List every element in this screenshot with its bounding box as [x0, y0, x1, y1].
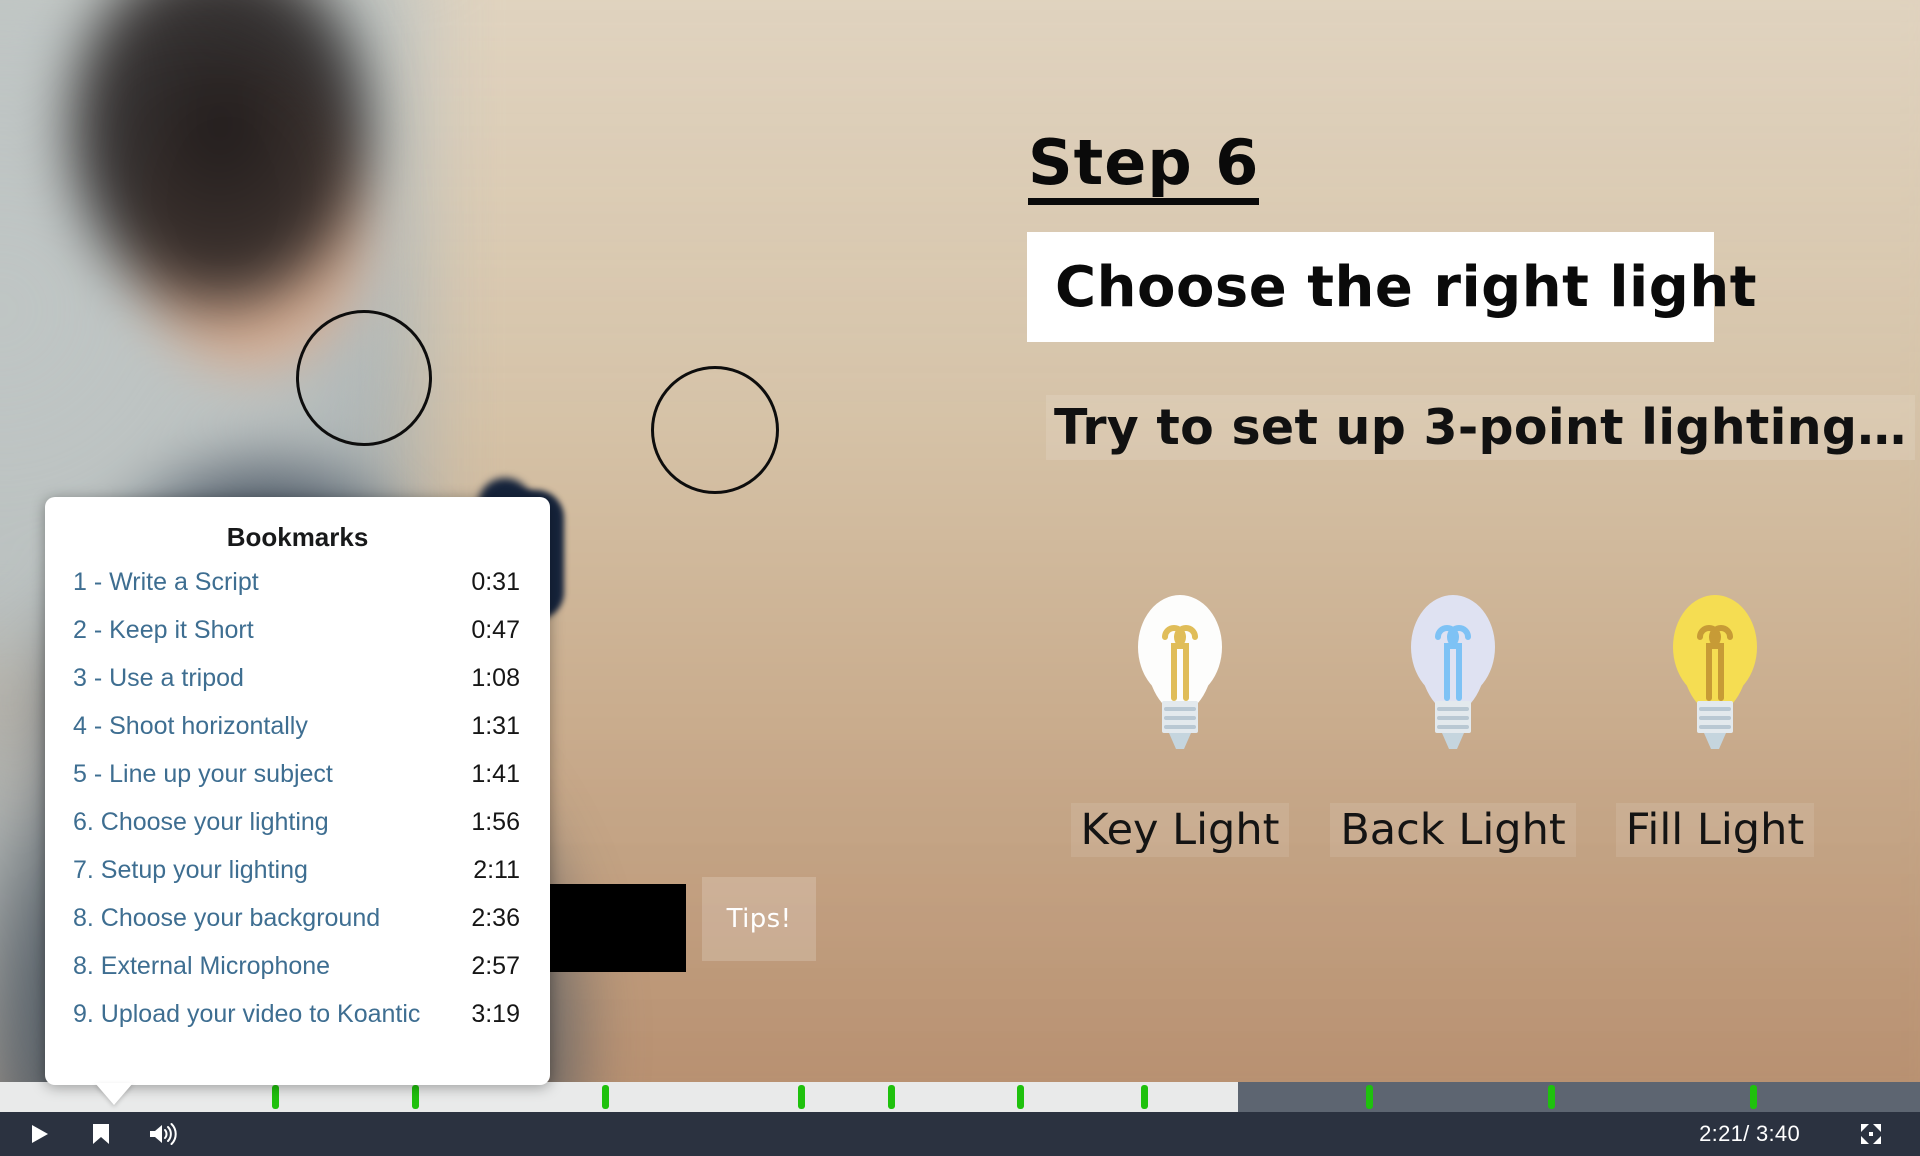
redaction-block [545, 884, 686, 972]
chapter-marker[interactable] [601, 1085, 609, 1109]
bookmark-item[interactable]: 9. Upload your video to Koantic 3:19 [45, 1000, 550, 1048]
bookmark-item-time: 0:31 [471, 568, 520, 596]
bookmark-item-label: 9. Upload your video to Koantic [73, 1000, 421, 1028]
bookmark-item-label: 5 - Line up your subject [73, 760, 333, 788]
bookmark-item[interactable]: 4 - Shoot horizontally 1:31 [45, 712, 550, 760]
bookmark-item[interactable]: 3 - Use a tripod 1:08 [45, 664, 550, 712]
bookmark-item[interactable]: 1 - Write a Script 0:31 [45, 568, 550, 616]
bookmarks-panel[interactable]: Bookmarks 1 - Write a Script 0:31 2 - Keep… [45, 497, 550, 1105]
chapter-marker[interactable] [1749, 1085, 1757, 1109]
bookmark-item-label: 8. External Microphone [73, 952, 331, 980]
slide-step-title: Step 6 [1028, 131, 1260, 206]
bookmark-item[interactable]: 5 - Line up your subject 1:41 [45, 760, 550, 808]
bookmark-item-time: 0:47 [471, 616, 520, 644]
bookmark-item[interactable]: 7. Setup your lighting 2:11 [45, 856, 550, 904]
bookmark-item[interactable]: 6. Choose your lighting 1:56 [45, 808, 550, 856]
chapter-marker[interactable] [1141, 1085, 1149, 1109]
time-display: 2:21/ 3:40 [1699, 1121, 1800, 1146]
bookmark-item-time: 1:08 [471, 664, 520, 692]
bookmark-item-time: 2:11 [473, 856, 520, 884]
chapter-marker[interactable] [1016, 1085, 1024, 1109]
bookmark-item-time: 2:57 [471, 952, 520, 980]
tips-button-label: Tips! [726, 904, 792, 934]
bookmark-button[interactable] [70, 1112, 132, 1156]
bulb-label: Fill Light [1615, 803, 1815, 857]
bookmark-item-label: 3 - Use a tripod [73, 664, 244, 692]
bookmark-icon [93, 1124, 109, 1144]
fullscreen-icon [1861, 1124, 1881, 1144]
bookmark-item-label: 6. Choose your lighting [73, 808, 329, 836]
play-button[interactable] [8, 1112, 70, 1156]
slide-headline-box: Choose the right light [1027, 232, 1756, 342]
bulb-item-back-light: Back Light [1330, 585, 1576, 857]
annotation-circle-right [651, 366, 779, 494]
volume-icon [150, 1123, 177, 1145]
play-icon [32, 1125, 48, 1143]
video-player: Tips! Step 6 Choose the right light Try … [0, 0, 1920, 1156]
bookmark-item-time: 1:56 [471, 808, 520, 836]
lightbulb-icon [1673, 595, 1757, 749]
bookmark-item-label: 8. Choose your background [73, 904, 381, 932]
bookmark-item-label: 1 - Write a Script [73, 568, 259, 596]
control-bar-left-group [0, 1112, 194, 1156]
chapter-marker[interactable] [1365, 1085, 1373, 1109]
bulb-label: Back Light [1330, 803, 1576, 857]
chapter-marker[interactable] [411, 1085, 419, 1109]
bulb-item-fill-light: Fill Light [1605, 585, 1825, 857]
bulb-item-key-light: Key Light [1070, 585, 1290, 857]
volume-button[interactable] [132, 1112, 194, 1156]
control-bar: 2:21/ 3:40 [0, 1112, 1920, 1156]
bookmark-item-time: 1:41 [471, 760, 520, 788]
slide-subtitle: Try to set up 3-point lighting… [1046, 395, 1915, 460]
slide-headline: Choose the right light [1055, 254, 1757, 320]
lightbulb-icon [1411, 595, 1495, 749]
chapter-marker[interactable] [797, 1085, 805, 1109]
progress-played [0, 1082, 1239, 1112]
bulb-label: Key Light [1070, 803, 1290, 857]
chapter-marker[interactable] [1548, 1085, 1556, 1109]
bookmark-item-time: 2:36 [471, 904, 520, 932]
bookmark-list: 1 - Write a Script 0:31 2 - Keep it Short 0… [45, 559, 550, 1048]
progress-bar[interactable] [0, 1082, 1920, 1112]
bookmark-item[interactable]: 8. External Microphone 2:57 [45, 952, 550, 1000]
bookmark-item-label: 2 - Keep it Short [73, 616, 254, 644]
tips-button[interactable]: Tips! [702, 877, 816, 961]
bookmark-item-time: 3:19 [471, 1000, 520, 1028]
bookmark-item-label: 4 - Shoot horizontally [73, 712, 308, 740]
bookmark-item-label: 7. Setup your lighting [73, 856, 308, 884]
bookmark-item[interactable]: 2 - Keep it Short 0:47 [45, 616, 550, 664]
bookmarks-panel-title: Bookmarks [226, 522, 369, 552]
lightbulb-icon [1138, 595, 1222, 749]
chapter-marker[interactable] [887, 1085, 895, 1109]
annotation-circle-left [296, 310, 432, 446]
lighting-diagram: Key Light Back Light Fill Light [1040, 585, 1840, 925]
bookmark-item[interactable]: 8. Choose your background 2:36 [45, 904, 550, 952]
bookmark-item-time: 1:31 [471, 712, 520, 740]
fullscreen-button[interactable] [1840, 1112, 1902, 1156]
popover-tail [95, 1083, 133, 1105]
chapter-marker[interactable] [271, 1085, 279, 1109]
